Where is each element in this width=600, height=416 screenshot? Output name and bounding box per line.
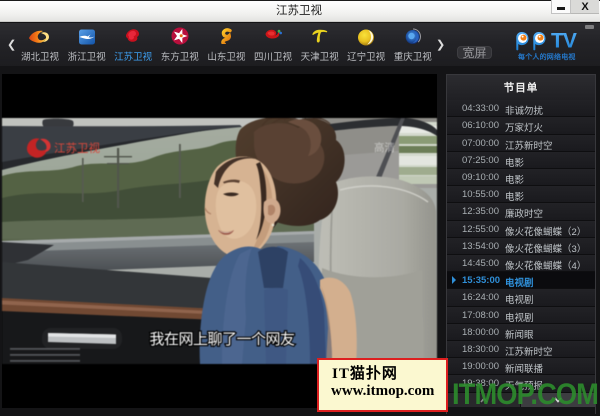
svg-text:每个人的网络电视: 每个人的网络电视 (518, 52, 576, 61)
svg-text:江苏卫视: 江苏卫视 (54, 141, 100, 155)
svg-text:TV: TV (551, 30, 577, 53)
svg-text:我在网上聊了一个网友: 我在网上聊了一个网友 (149, 331, 295, 348)
svg-text:高清: 高清 (374, 141, 395, 154)
